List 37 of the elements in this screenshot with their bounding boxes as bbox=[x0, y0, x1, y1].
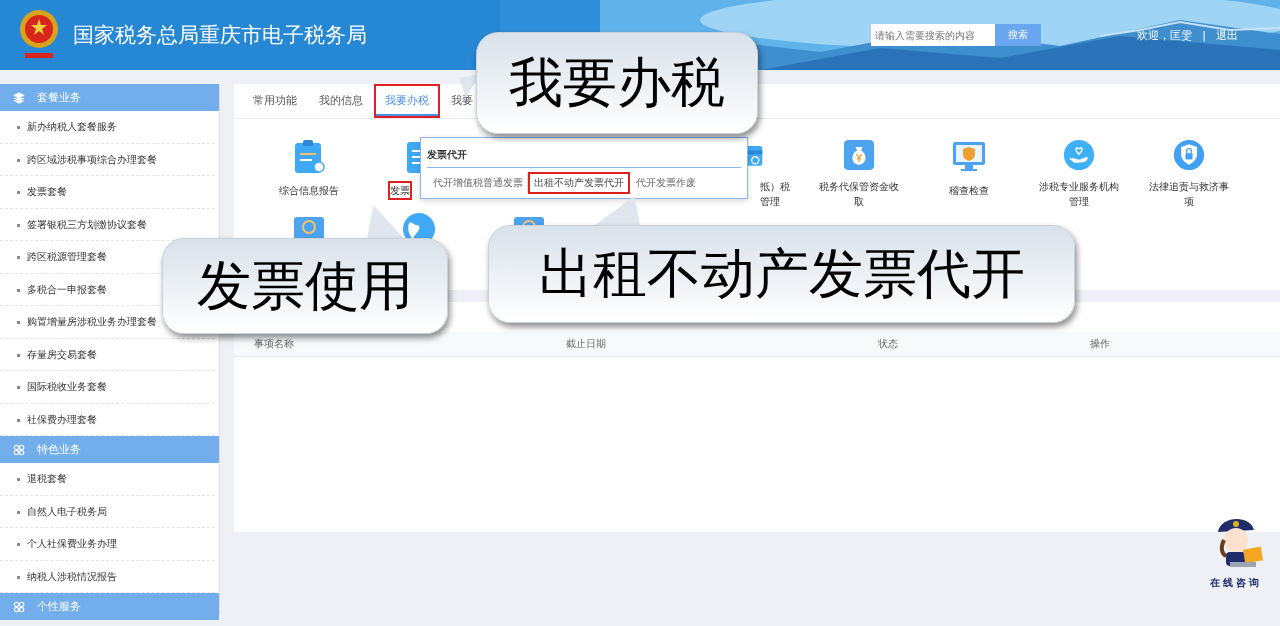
submenu-title: 发票代开 bbox=[427, 144, 741, 168]
sidebar-item[interactable]: 个人社保费业务办理 bbox=[0, 528, 215, 561]
column-header: 事项名称 bbox=[254, 337, 295, 351]
sidebar-item[interactable]: 跨区域涉税事项综合办理套餐 bbox=[0, 143, 215, 176]
site-title: 国家税务总局重庆市电子税务局 bbox=[73, 22, 367, 49]
column-header: 操作 bbox=[1090, 337, 1111, 351]
group-title: 特色业务 bbox=[37, 442, 81, 457]
sidebar-item[interactable]: 自然人电子税务局 bbox=[0, 495, 215, 528]
function-label[interactable]: 税务代保管资金收取 bbox=[814, 177, 904, 211]
separator: | bbox=[1202, 28, 1206, 42]
tab[interactable]: 我要办税 bbox=[374, 84, 440, 118]
sidebar-item[interactable]: 新办纳税人套餐服务 bbox=[0, 111, 215, 144]
tab[interactable]: 常用功能 bbox=[242, 84, 308, 118]
sidebar-item[interactable]: 国际税收业务套餐 bbox=[0, 371, 215, 404]
column-header: 状态 bbox=[878, 337, 899, 351]
function-label[interactable]: 抵）税管理 bbox=[758, 177, 792, 211]
group-title: 个性服务 bbox=[37, 599, 81, 614]
submenu-item[interactable]: 出租不动产发票代开 bbox=[528, 172, 630, 194]
sidebar-item[interactable]: 发票套餐 bbox=[0, 176, 215, 209]
function-label[interactable]: 涉税专业服务机构管理 bbox=[1034, 177, 1124, 211]
function-label[interactable]: 稽查检查 bbox=[924, 181, 1014, 200]
submenu-item[interactable]: 代开增值税普通发票 bbox=[427, 172, 528, 194]
callout-tooltip: 出租不动产发票代开 bbox=[488, 225, 1075, 323]
sidebar-item[interactable]: 存量房交易套餐 bbox=[0, 338, 215, 371]
online-consult-label[interactable]: 在线咨询 bbox=[1210, 576, 1262, 590]
callout-tooltip: 我要办税 bbox=[476, 32, 758, 134]
welcome-text: 欢迎，匡雯 bbox=[1137, 27, 1193, 43]
submenu-item[interactable]: 代开发票作废 bbox=[630, 172, 701, 194]
callout-tooltip: 发票使用 bbox=[162, 238, 448, 334]
function-label[interactable]: 法律追责与救济事项 bbox=[1144, 177, 1234, 211]
sidebar-item[interactable]: 退税套餐 bbox=[0, 463, 215, 496]
function-label[interactable]: 发票 bbox=[388, 181, 412, 200]
tab[interactable]: 我的信息 bbox=[308, 84, 374, 118]
group-title: 套餐业务 bbox=[37, 90, 81, 105]
column-header: 截止日期 bbox=[566, 337, 607, 351]
function-label[interactable]: 综合信息报告 bbox=[264, 181, 354, 200]
search-field[interactable]: 请输入需要搜索的内容 bbox=[871, 24, 996, 46]
